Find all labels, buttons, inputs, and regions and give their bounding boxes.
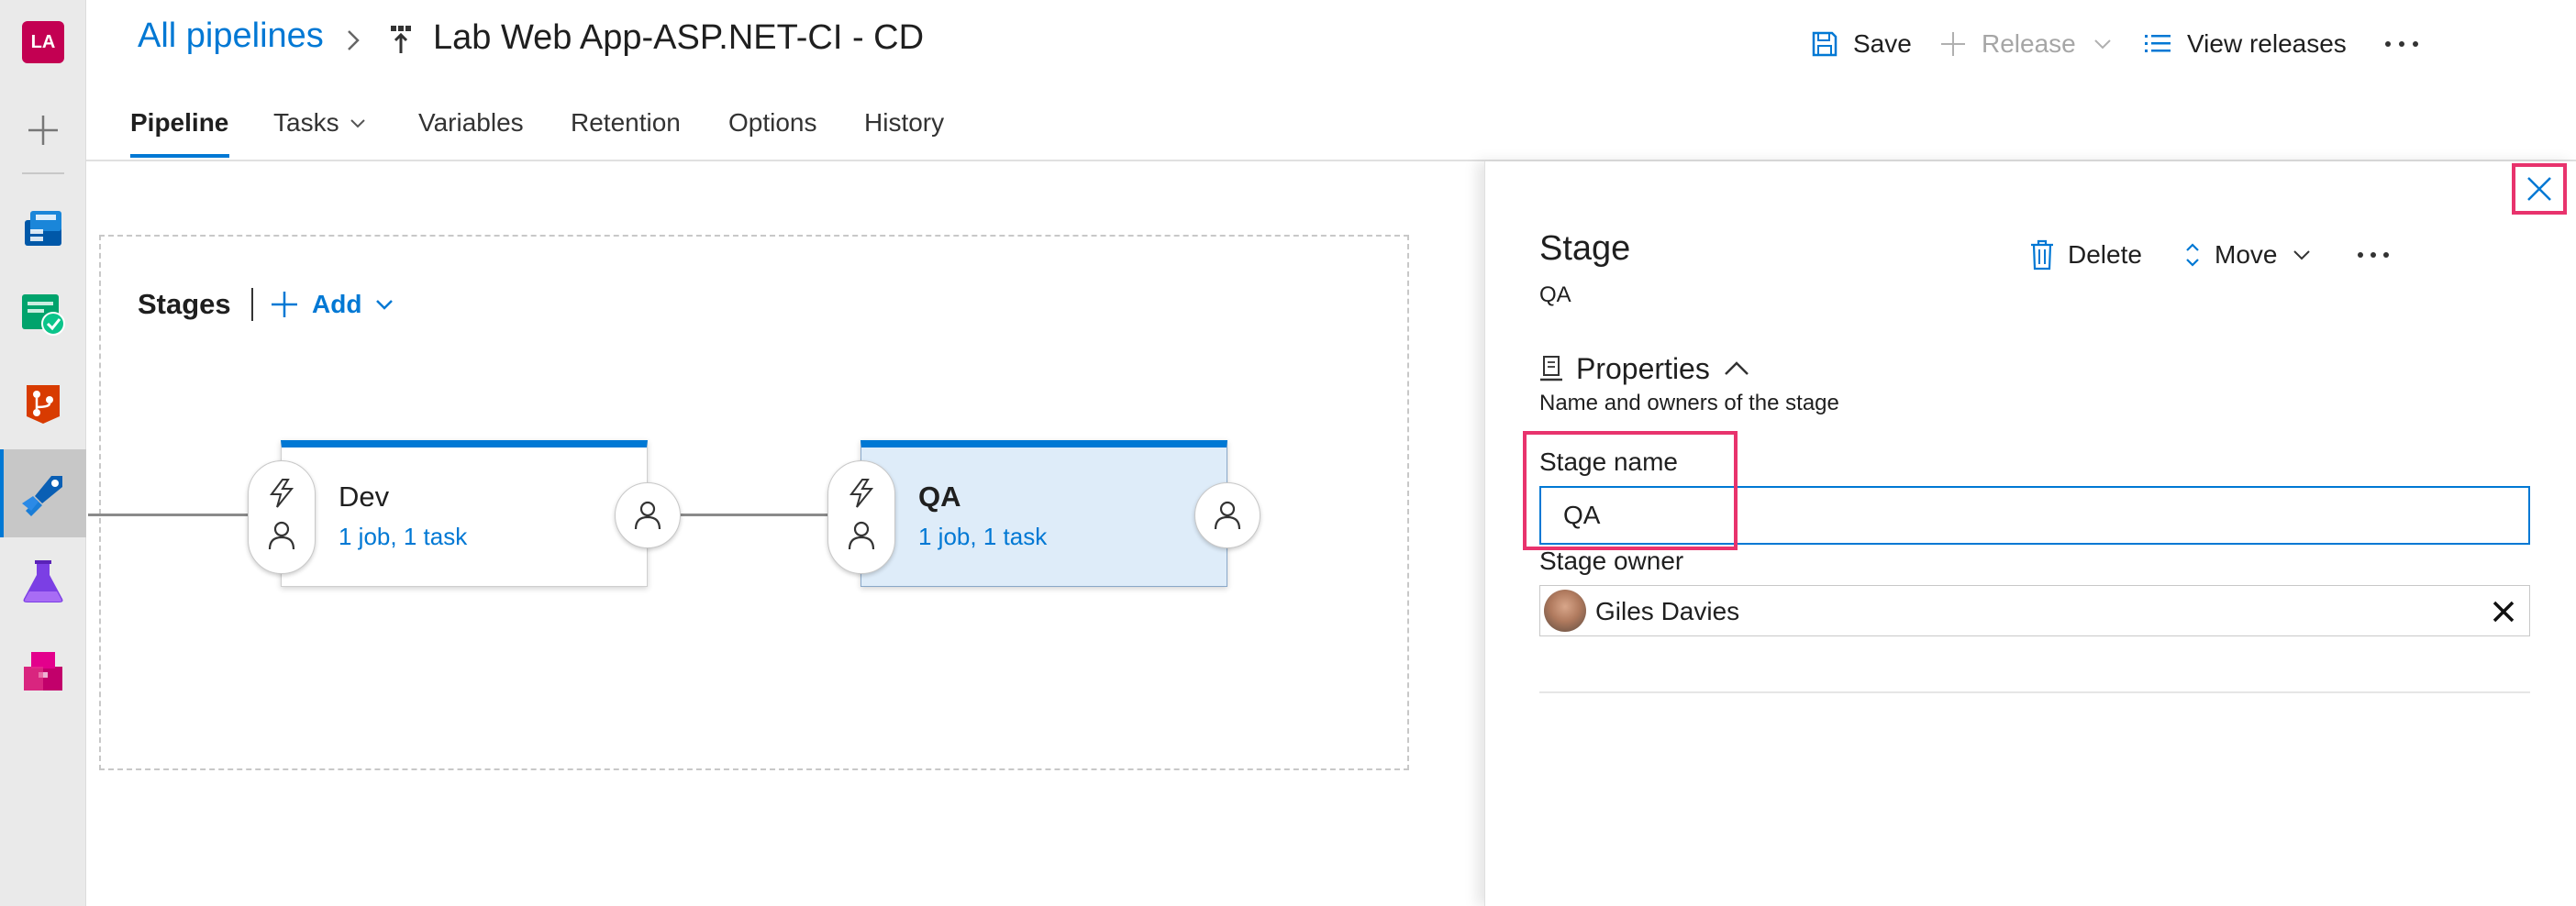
view-releases-button[interactable]: View releases (2143, 22, 2347, 66)
stage-name: Dev (339, 481, 390, 513)
test-flask-icon (23, 560, 63, 602)
stage-connector (679, 514, 848, 516)
chevron-down-icon (2094, 39, 2111, 50)
properties-section-toggle[interactable]: Properties (1539, 348, 1750, 389)
stage-jobs-link[interactable]: 1 job, 1 task (918, 523, 1047, 551)
close-icon (2527, 177, 2551, 201)
close-panel-button[interactable] (2512, 163, 2567, 215)
stage-name: QA (918, 481, 961, 513)
page-title: Lab Web App-ASP.NET-CI - CD (433, 18, 925, 57)
plus-icon (1941, 32, 1965, 56)
artifact-connector (88, 514, 250, 516)
rail-artifacts[interactable] (0, 635, 86, 704)
new-item-button[interactable] (0, 95, 86, 165)
tab-options[interactable]: Options (728, 108, 817, 138)
properties-title: Properties (1576, 351, 1710, 385)
panel-more-button[interactable] (2356, 235, 2404, 275)
tab-history[interactable]: History (864, 108, 944, 138)
rail-pipelines[interactable] (0, 449, 86, 537)
breadcrumb-all-pipelines-link[interactable]: All pipelines (138, 17, 324, 56)
move-stage-button[interactable]: Move (2183, 235, 2312, 275)
stages-separator (251, 288, 253, 321)
chevron-up-icon (1724, 361, 1749, 375)
chevron-down-icon (350, 119, 365, 128)
stage-name-input[interactable] (1539, 486, 2530, 545)
tab-tasks-label: Tasks (273, 108, 339, 137)
pre-deployment-conditions-dev[interactable] (248, 460, 316, 574)
trigger-lightning-icon (849, 479, 874, 508)
more-actions-button[interactable] (2383, 22, 2435, 66)
tab-pipeline[interactable]: Pipeline (130, 108, 228, 138)
save-button[interactable]: Save (1811, 22, 1912, 66)
stage-owner-name: Giles Davies (1595, 597, 1740, 625)
delete-label: Delete (2068, 240, 2142, 269)
panel-divider (1539, 691, 2530, 693)
chevron-down-icon (2293, 250, 2311, 260)
repos-icon (27, 385, 60, 424)
tab-retention[interactable]: Retention (571, 108, 681, 138)
approver-person-icon (634, 501, 661, 530)
clear-icon[interactable] (2489, 597, 2518, 626)
stage-card-qa[interactable]: QA 1 job, 1 task (861, 440, 1227, 587)
tab-tasks[interactable]: Tasks (273, 108, 367, 138)
more-icon (2385, 41, 2418, 47)
trash-icon (2031, 239, 2053, 271)
stage-name-label: Stage name (1539, 447, 1678, 476)
approver-person-icon (1214, 501, 1241, 530)
tab-variables[interactable]: Variables (418, 108, 524, 138)
plus-icon (28, 116, 58, 145)
rail-test[interactable] (0, 547, 86, 616)
view-releases-label: View releases (2187, 29, 2347, 58)
chevron-right-icon (348, 30, 360, 50)
move-label: Move (2215, 240, 2278, 269)
release-button[interactable]: Release (1939, 22, 2113, 66)
test-plans-check-icon (22, 294, 65, 336)
pre-deployment-conditions-qa[interactable] (827, 460, 895, 574)
save-label: Save (1853, 29, 1912, 58)
stages-heading: Stages (138, 288, 231, 320)
chevron-down-icon (376, 300, 394, 310)
artifacts-icon (24, 652, 62, 691)
approver-person-icon (848, 521, 875, 550)
post-deployment-conditions-qa[interactable] (1194, 482, 1260, 548)
boards-icon (25, 211, 61, 246)
release-pipeline-icon (391, 26, 411, 53)
properties-icon (1540, 356, 1562, 381)
plus-icon (272, 292, 297, 317)
stage-owner-label: Stage owner (1539, 547, 1684, 575)
panel-title: Stage (1539, 229, 1631, 268)
approver-person-icon (268, 521, 295, 550)
pipelines-icon (22, 476, 62, 516)
more-icon (2358, 252, 2389, 258)
stage-card-dev[interactable]: Dev 1 job, 1 task (281, 440, 648, 587)
rail-test-plans[interactable] (0, 279, 86, 348)
panel-subtitle: QA (1539, 282, 1571, 307)
rail-repos[interactable] (0, 369, 86, 438)
delete-stage-button[interactable]: Delete (2029, 235, 2142, 275)
properties-description: Name and owners of the stage (1539, 391, 1839, 415)
release-label: Release (1982, 29, 2076, 58)
rail-boards[interactable] (0, 193, 86, 262)
save-icon (1812, 31, 1838, 57)
left-nav-rail: LA (0, 0, 86, 906)
trigger-lightning-icon (270, 479, 294, 508)
org-avatar-button[interactable]: LA (0, 7, 86, 77)
stage-owner-field[interactable]: Giles Davies (1539, 585, 2530, 636)
avatar: LA (22, 21, 64, 63)
add-stage-button[interactable]: Add (270, 284, 394, 325)
rail-divider (22, 172, 64, 174)
avatar (1544, 590, 1586, 632)
stage-jobs-link[interactable]: 1 job, 1 task (339, 523, 467, 551)
active-tab-indicator (130, 154, 229, 158)
sort-arrows-icon (2186, 243, 2199, 267)
add-label: Add (312, 290, 362, 318)
post-deployment-conditions-dev[interactable] (615, 482, 681, 548)
list-icon (2145, 35, 2171, 52)
